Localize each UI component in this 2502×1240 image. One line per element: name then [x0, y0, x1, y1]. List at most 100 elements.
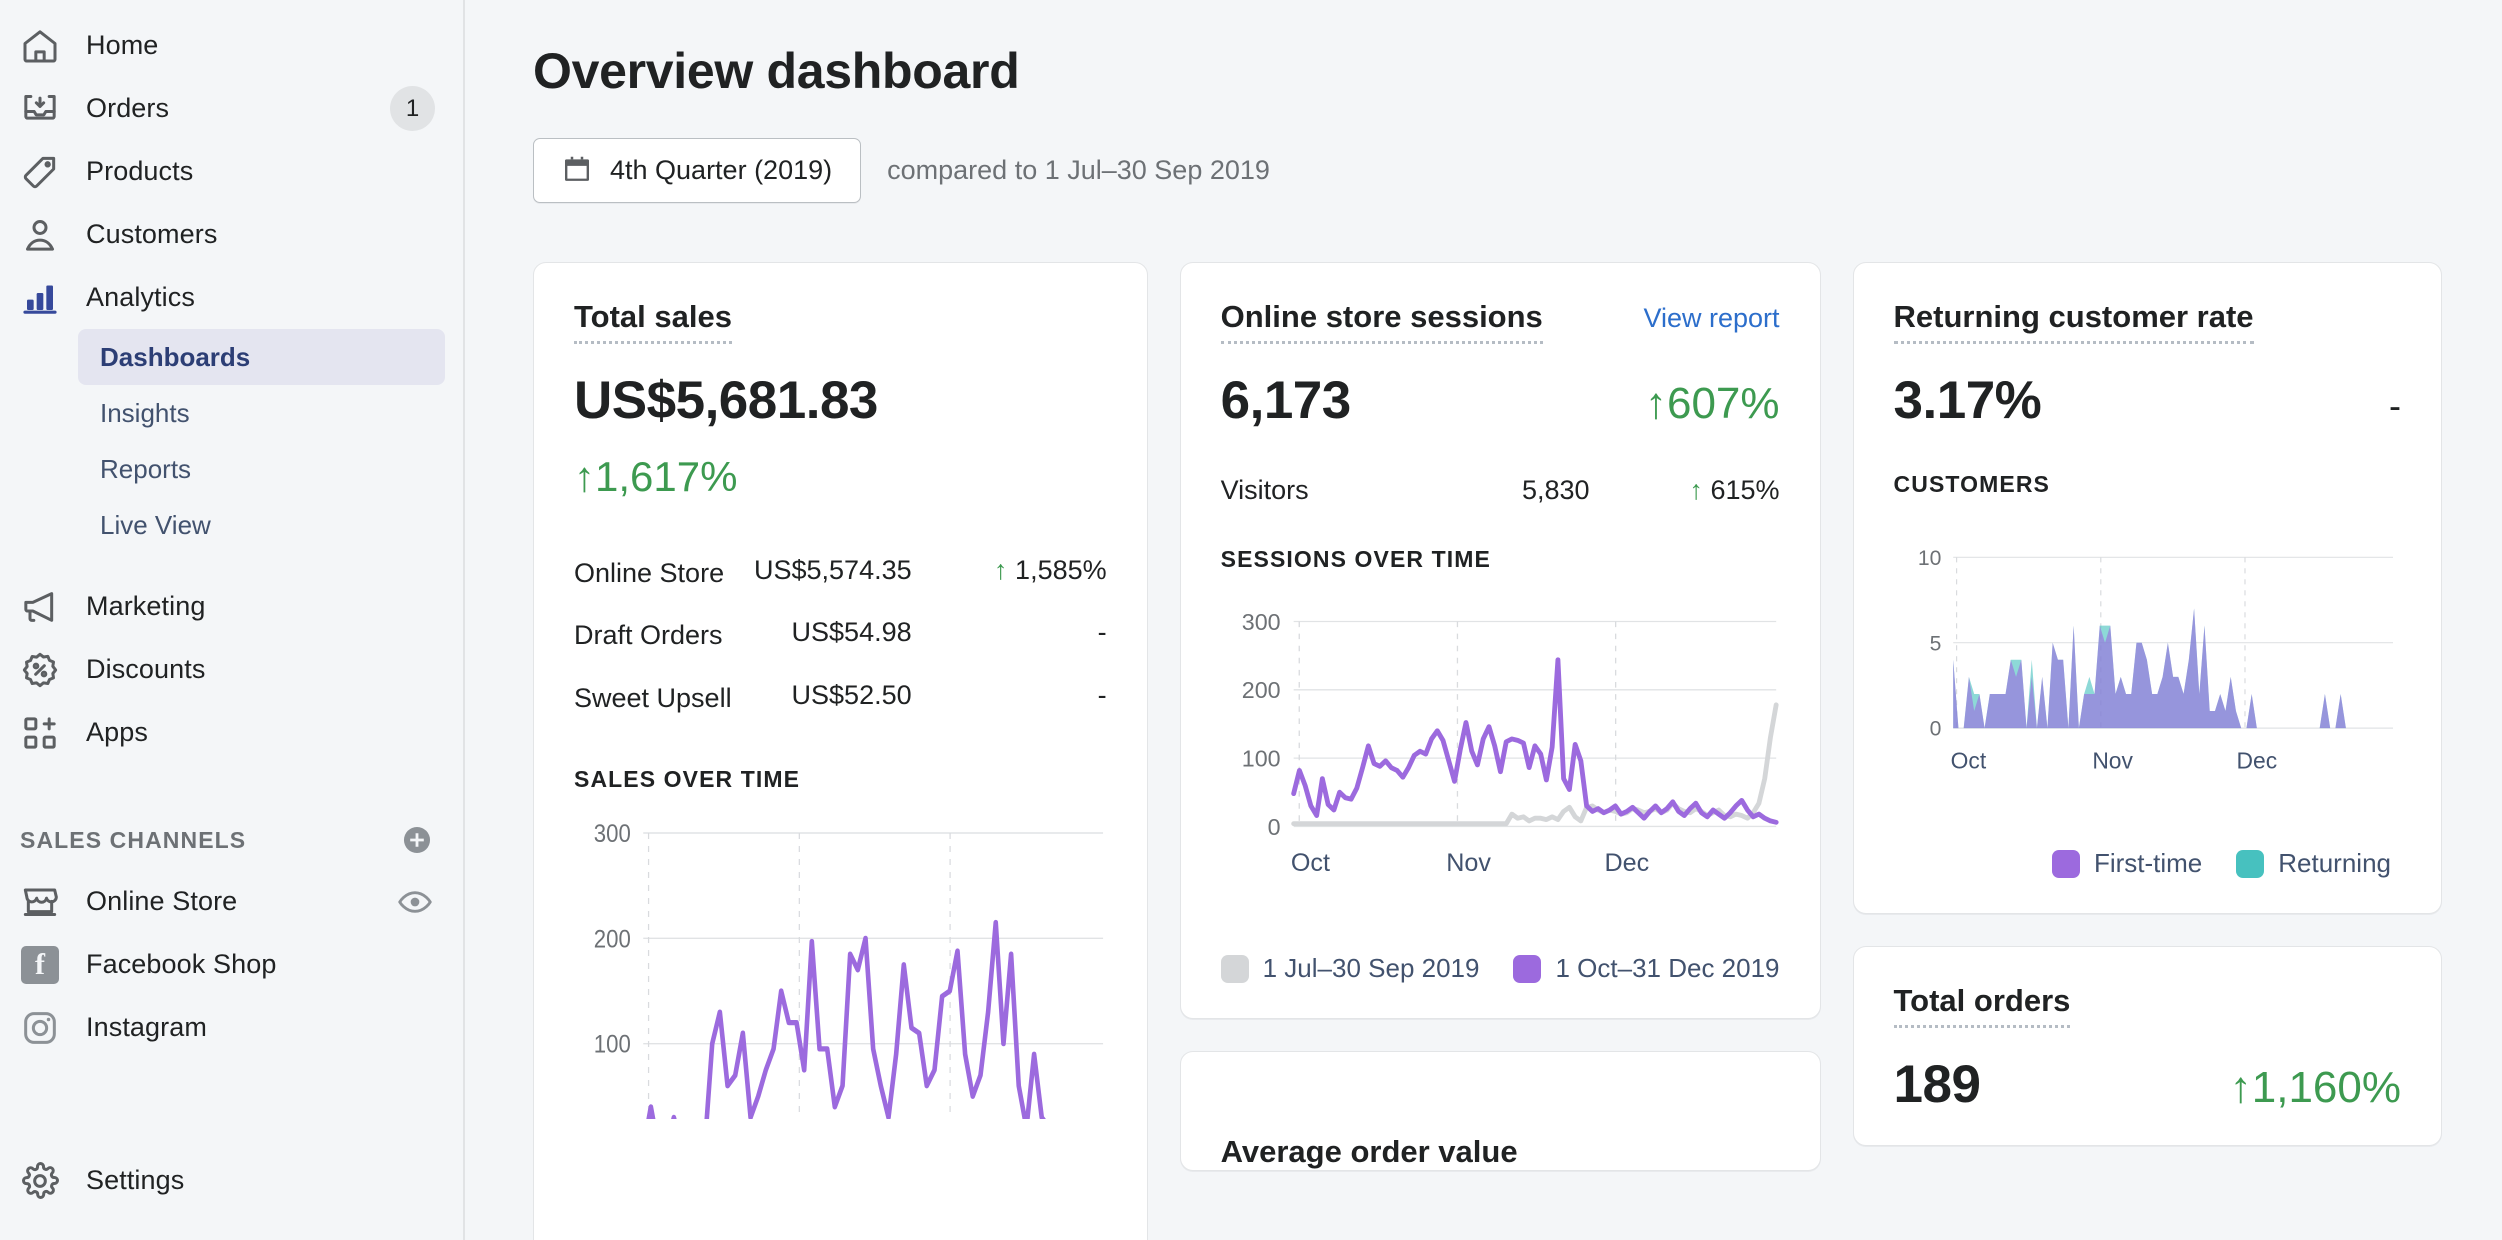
svg-text:300: 300 — [594, 821, 631, 848]
sidebar-item-instagram[interactable]: Instagram — [0, 996, 463, 1059]
returning-rate-delta: - — [2389, 385, 2401, 426]
sidebar-item-dashboards[interactable]: Dashboards — [78, 329, 445, 385]
sessions-value: 6,173 — [1220, 371, 1352, 430]
sidebar-item-home[interactable]: Home — [0, 14, 463, 77]
up-arrow-icon: ↑ — [994, 555, 1008, 585]
metric-row: 189 ↑1,160% — [1894, 1054, 2401, 1115]
sidebar-item-orders[interactable]: Orders 1 — [0, 77, 463, 140]
legend-item[interactable]: 1 Jul–30 Sep 2019 — [1220, 953, 1480, 984]
marketing-megaphone-icon — [18, 585, 62, 629]
legend-label: 1 Oct–31 Dec 2019 — [1555, 953, 1780, 983]
legend-item[interactable]: Returning — [2236, 848, 2391, 879]
svg-text:0: 0 — [1929, 718, 1941, 741]
date-range-row: 4th Quarter (2019) compared to 1 Jul–30 … — [533, 138, 2442, 203]
main-content: Overview dashboard 4th Quarter (2019) co… — [465, 0, 2502, 1240]
sidebar-item-label: Online Store — [86, 886, 238, 916]
breakdown-row: Sweet Upsell US$52.50 - — [574, 680, 1107, 716]
total-orders-delta: ↑1,160% — [2229, 1063, 2401, 1112]
sidebar: Home Orders 1 Products Customers Analyti… — [0, 0, 465, 1240]
legend-item[interactable]: 1 Oct–31 Dec 2019 — [1513, 953, 1780, 984]
svg-text:Oct: Oct — [1950, 748, 1986, 774]
sidebar-item-facebook-shop[interactable]: f Facebook Shop — [0, 933, 463, 996]
sidebar-item-marketing[interactable]: Marketing — [0, 575, 463, 638]
sidebar-item-live-view[interactable]: Live View — [78, 497, 445, 553]
average-order-value-card: Average order value — [1179, 1051, 1821, 1171]
svg-text:Dec: Dec — [1604, 849, 1649, 877]
legend-swatch-previous — [1220, 954, 1249, 983]
svg-text:200: 200 — [594, 926, 631, 953]
legend-label: 1 Jul–30 Sep 2019 — [1262, 953, 1480, 983]
sidebar-subitem-label: Reports — [100, 453, 192, 484]
svg-text:200: 200 — [1241, 677, 1280, 703]
visitors-delta: ↑ 615% — [1590, 475, 1780, 506]
compare-period-text: compared to 1 Jul–30 Sep 2019 — [887, 155, 1270, 185]
instagram-icon — [18, 1006, 62, 1050]
sidebar-subitem-label: Dashboards — [100, 341, 251, 372]
orders-badge: 1 — [390, 86, 435, 131]
svg-text:100: 100 — [594, 1032, 631, 1059]
sidebar-item-analytics[interactable]: Analytics — [0, 266, 463, 329]
legend-label: Returning — [2278, 848, 2391, 878]
sidebar-item-label: Instagram — [86, 1012, 207, 1042]
column-middle: Online store sessions View report 6,173 … — [1179, 262, 1821, 1240]
svg-text:5: 5 — [1929, 632, 1941, 655]
eye-icon[interactable] — [395, 882, 435, 922]
view-report-link[interactable]: View report — [1643, 299, 1779, 334]
svg-text:Dec: Dec — [2236, 748, 2277, 774]
customers-chart-label: CUSTOMERS — [1893, 471, 2050, 497]
online-store-sessions-card: Online store sessions View report 6,173 … — [1179, 262, 1821, 1019]
legend-swatch-current — [1513, 954, 1542, 983]
sidebar-item-products[interactable]: Products — [0, 140, 463, 203]
breakdown-name: Sweet Upsell — [574, 682, 732, 713]
plus-circle-icon[interactable] — [399, 822, 435, 858]
sales-chart-svg: 100 200 300 — [594, 821, 1104, 1120]
visitors-delta-value: 615% — [1710, 475, 1780, 505]
sidebar-item-discounts[interactable]: Discounts — [0, 638, 463, 701]
sidebar-item-online-store[interactable]: Online Store — [0, 870, 463, 933]
card-title[interactable]: Online store sessions — [1220, 299, 1543, 344]
breakdown-row: Online Store US$5,574.35 ↑ 1,585% — [574, 555, 1107, 591]
sidebar-item-settings[interactable]: Settings — [0, 1149, 463, 1212]
card-header: Online store sessions View report — [1220, 299, 1780, 344]
sidebar-item-insights[interactable]: Insights — [78, 385, 445, 441]
card-title[interactable]: Total orders — [1893, 983, 2071, 1028]
card-header: Total sales — [574, 299, 1107, 344]
total-sales-delta: ↑1,617% — [574, 453, 738, 500]
breakdown-delta: ↑ 1,585% — [942, 555, 1107, 586]
svg-text:100: 100 — [1241, 745, 1280, 771]
date-range-picker-button[interactable]: 4th Quarter (2019) — [533, 138, 862, 203]
visitors-row: Visitors 5,830 ↑ 615% — [1221, 475, 1780, 506]
sidebar-item-label: Settings — [86, 1165, 185, 1195]
date-range-label: 4th Quarter (2019) — [610, 155, 833, 185]
card-title[interactable]: Returning customer rate — [1893, 299, 2254, 344]
svg-text:300: 300 — [1241, 609, 1280, 635]
sidebar-item-label: Apps — [86, 717, 148, 747]
total-sales-value: US$5,681.83 — [574, 371, 878, 430]
card-title[interactable]: Average order value — [1221, 1134, 1518, 1170]
card-title[interactable]: Total sales — [574, 299, 732, 344]
visitors-label: Visitors — [1220, 475, 1309, 505]
customers-legend: First-time Returning — [1894, 848, 2401, 879]
column-left: Total sales US$5,681.83 ↑1,617% Online S… — [533, 262, 1148, 1240]
sales-channels-header: SALES CHANNELS — [0, 810, 463, 870]
breakdown-delta: - — [1097, 617, 1107, 648]
svg-text:0: 0 — [1267, 814, 1280, 840]
legend-item[interactable]: First-time — [2051, 848, 2203, 879]
customers-person-icon — [18, 213, 62, 257]
orders-icon — [18, 87, 62, 131]
sidebar-item-label: Marketing — [86, 591, 206, 621]
legend-label: First-time — [2093, 848, 2203, 878]
sidebar-item-reports[interactable]: Reports — [78, 441, 445, 497]
products-tag-icon — [18, 150, 62, 194]
sidebar-item-apps[interactable]: Apps — [0, 701, 463, 764]
card-header: Returning customer rate — [1893, 299, 2401, 344]
svg-text:Nov: Nov — [1446, 849, 1491, 877]
sidebar-item-customers[interactable]: Customers — [0, 203, 463, 266]
facebook-icon: f — [18, 943, 62, 987]
discounts-percent-icon — [18, 648, 62, 692]
metric-row: 3.17% - — [1894, 370, 2401, 431]
total-sales-card: Total sales US$5,681.83 ↑1,617% Online S… — [533, 262, 1148, 1240]
sessions-chart-svg: 0 100 200 300 Oct Nov Dec — [1241, 609, 1779, 877]
total-orders-value: 189 — [1893, 1055, 1981, 1114]
svg-text:10: 10 — [1917, 547, 1941, 570]
